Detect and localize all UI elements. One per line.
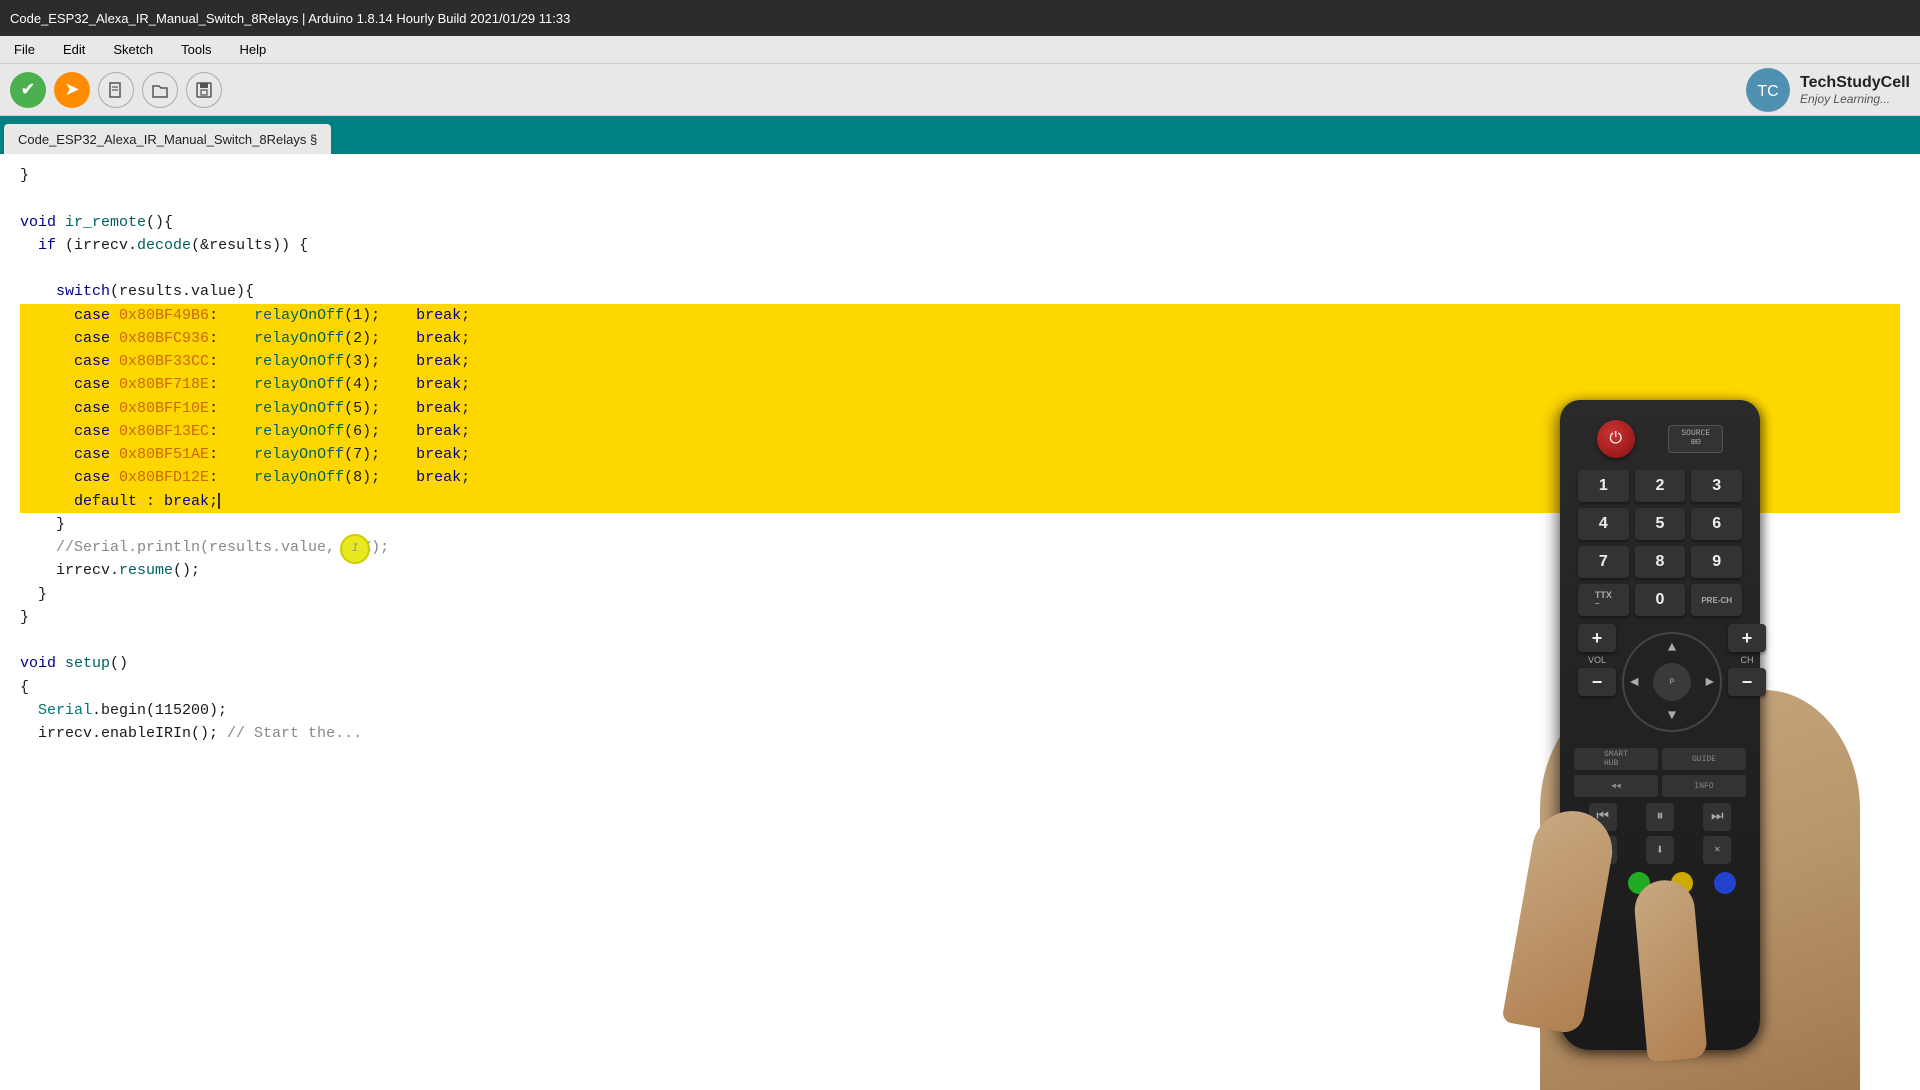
play-pause-btn: ⏸: [1646, 803, 1674, 831]
nav-ring: ▲ ▼ ◀ ▶ P: [1622, 632, 1722, 732]
secondary-controls: SMARTHUB GUIDE: [1560, 748, 1760, 770]
pre-ch-button: PRE-CH: [1691, 584, 1742, 616]
power-button: ⏻: [1597, 420, 1635, 458]
zero-row: TTX⁻ 0 PRE-CH: [1560, 584, 1760, 616]
nav-down: ▼: [1668, 708, 1676, 724]
source-button: SOURCE⊞⊟: [1668, 425, 1723, 453]
nav-right: ▶: [1706, 674, 1714, 691]
menu-sketch[interactable]: Sketch: [107, 40, 159, 59]
nav-left: ◀: [1630, 674, 1638, 691]
remote-top-section: ⏻ SOURCE⊞⊟: [1560, 420, 1760, 458]
open-button[interactable]: [142, 72, 178, 108]
btn-5: 5: [1635, 508, 1686, 540]
upload-button[interactable]: ➤: [54, 72, 90, 108]
btn-4: 4: [1578, 508, 1629, 540]
code-line: [20, 257, 1900, 280]
menu-tools[interactable]: Tools: [175, 40, 217, 59]
toolbar: ✔ ➤ TC TechStudyCell Enjoy Learning...: [0, 64, 1920, 116]
save-button[interactable]: [186, 72, 222, 108]
code-line: void ir_remote(){: [20, 211, 1900, 234]
code-line: switch(results.value){: [20, 280, 1900, 303]
brand-area: TC TechStudyCell Enjoy Learning...: [1746, 68, 1910, 112]
editor-tab[interactable]: Code_ESP32_Alexa_IR_Manual_Switch_8Relay…: [4, 124, 331, 154]
down-btn: ⬇: [1646, 836, 1674, 864]
ttx-button: TTX⁻: [1578, 584, 1629, 616]
verify-button[interactable]: ✔: [10, 72, 46, 108]
menu-edit[interactable]: Edit: [57, 40, 91, 59]
btn-9: 9: [1691, 546, 1742, 578]
info-btn: INFO: [1662, 775, 1746, 797]
number-grid: 1 2 3 4 5 6 7 8 9: [1560, 470, 1760, 578]
vol-ch-section: + VOL − ▲ ▼ ◀ ▶ P: [1560, 624, 1760, 740]
code-line: if (irrecv.decode(&results)) {: [20, 234, 1900, 257]
tab-bar: Code_ESP32_Alexa_IR_Manual_Switch_8Relay…: [0, 116, 1920, 154]
nav-center: P: [1653, 663, 1691, 701]
title-bar: Code_ESP32_Alexa_IR_Manual_Switch_8Relay…: [0, 0, 1920, 36]
menu-file[interactable]: File: [8, 40, 41, 59]
btn-0: 0: [1635, 584, 1686, 616]
btn-2: 2: [1635, 470, 1686, 502]
nav-up: ▲: [1668, 640, 1676, 656]
window-title: Code_ESP32_Alexa_IR_Manual_Switch_8Relay…: [10, 11, 570, 26]
code-line: }: [20, 164, 1900, 187]
code-line-highlight: case 0x80BF33CC: relayOnOff(3); break;: [20, 350, 1900, 373]
code-line-highlight: case 0x80BFC936: relayOnOff(2); break;: [20, 327, 1900, 350]
remote-control-image: ⏻ SOURCE⊞⊟ 1 2 3 4 5 6 7 8 9: [1500, 390, 1920, 1090]
cursor-indicator: I: [340, 534, 370, 564]
btn-3: 3: [1691, 470, 1742, 502]
smart-btn: SMARTHUB: [1574, 748, 1658, 770]
blue-btn: [1714, 872, 1736, 894]
menu-bar: File Edit Sketch Tools Help: [0, 36, 1920, 64]
btn-1: 1: [1578, 470, 1629, 502]
menu-help[interactable]: Help: [233, 40, 272, 59]
brand-info: TechStudyCell Enjoy Learning...: [1800, 73, 1910, 106]
code-line: [20, 187, 1900, 210]
svg-text:TC: TC: [1757, 83, 1778, 100]
btn-6: 6: [1691, 508, 1742, 540]
guide-btn: GUIDE: [1662, 748, 1746, 770]
tools-btn: ◀◀: [1574, 775, 1658, 797]
brand-avatar: TC: [1746, 68, 1790, 112]
new-button[interactable]: [98, 72, 134, 108]
code-editor[interactable]: } void ir_remote(){ if (irrecv.decode(&r…: [0, 154, 1920, 1090]
fast-forward-btn: ⏭: [1703, 803, 1731, 831]
btn-8: 8: [1635, 546, 1686, 578]
brand-subtitle: Enjoy Learning...: [1800, 92, 1910, 106]
code-line-highlight: case 0x80BF49B6: relayOnOff(1); break;: [20, 304, 1900, 327]
brand-name: TechStudyCell: [1800, 73, 1910, 92]
exit-btn: ✕: [1703, 836, 1731, 864]
btn-7: 7: [1578, 546, 1629, 578]
info-controls: ◀◀ INFO: [1560, 775, 1760, 797]
